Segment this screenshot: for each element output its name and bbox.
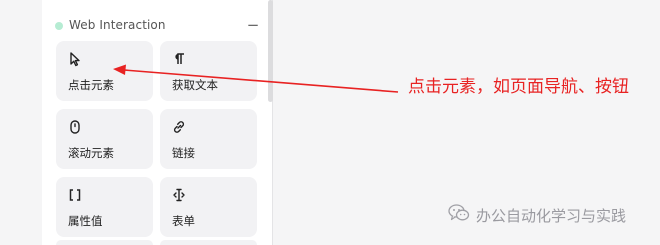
watermark: 办公自动化学习与实践	[448, 204, 626, 226]
section-header-web-interaction[interactable]: Web Interaction −	[42, 14, 273, 40]
pilcrow-icon	[171, 51, 187, 67]
card-label: 链接	[172, 146, 195, 160]
left-margin	[0, 0, 42, 245]
section-status-dot	[55, 22, 63, 30]
panel-scrollbar[interactable]	[268, 0, 273, 102]
card-click-element[interactable]: 点击元素	[56, 41, 153, 101]
card-label: 属性值	[68, 214, 103, 228]
brackets-icon	[67, 187, 83, 203]
collapse-button[interactable]: −	[245, 16, 261, 34]
mouse-icon	[67, 119, 83, 135]
card-scroll-element[interactable]: 滚动元素	[56, 109, 153, 169]
section-title: Web Interaction	[69, 18, 166, 32]
cursor-pointer-icon	[67, 51, 83, 67]
component-panel: Web Interaction − 点击元素 获取文本 滚动元素 链接 属性值 …	[42, 0, 273, 245]
annotation-text: 点击元素，如页面导航、按钮	[408, 77, 629, 97]
card-next-row-right[interactable]	[160, 240, 257, 245]
text-cursor-icon	[171, 187, 187, 203]
card-next-row-left[interactable]	[56, 240, 153, 245]
link-icon	[171, 119, 187, 135]
card-link[interactable]: 链接	[160, 109, 257, 169]
card-label: 获取文本	[172, 78, 218, 92]
card-label: 表单	[172, 214, 195, 228]
card-label: 点击元素	[68, 78, 114, 92]
card-get-text[interactable]: 获取文本	[160, 41, 257, 101]
wechat-icon	[448, 204, 470, 226]
watermark-text: 办公自动化学习与实践	[476, 206, 627, 225]
card-label: 滚动元素	[68, 146, 114, 160]
card-attribute-value[interactable]: 属性值	[56, 177, 153, 237]
card-form[interactable]: 表单	[160, 177, 257, 237]
